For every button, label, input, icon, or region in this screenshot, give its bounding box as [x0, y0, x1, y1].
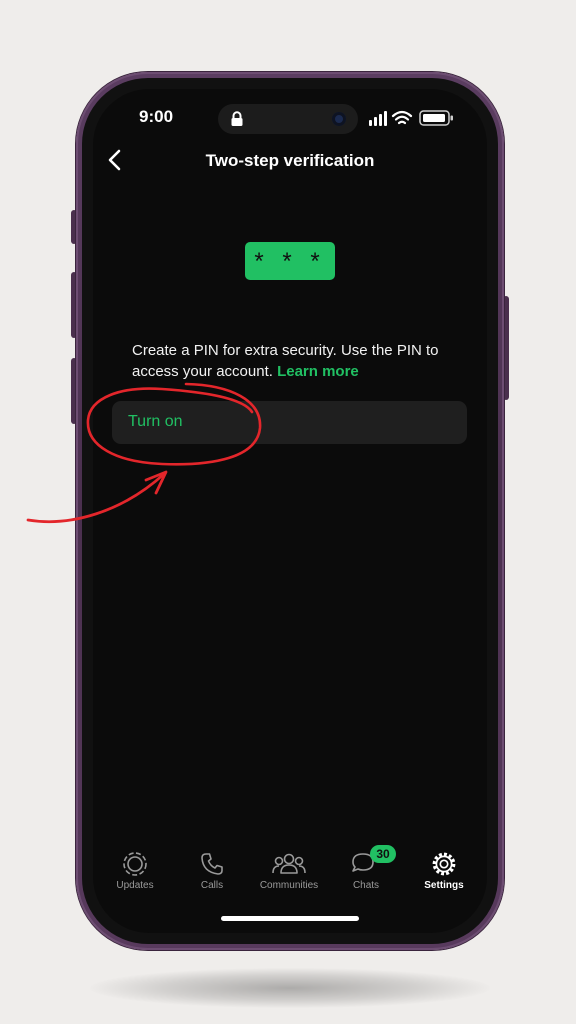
- mockup-stage: 9:00 Two-step verification * * * Create …: [0, 0, 576, 1024]
- wifi-icon: [391, 110, 413, 125]
- turn-on-button[interactable]: Turn on: [112, 401, 467, 444]
- bottom-tab-bar: Updates Calls Communities 30 Chats Setti…: [93, 841, 487, 901]
- tab-label: Calls: [200, 880, 224, 891]
- camera-icon: [332, 112, 346, 126]
- page-title: Two-step verification: [205, 151, 375, 170]
- tab-chats[interactable]: 30 Chats: [327, 845, 405, 897]
- lock-icon: [231, 111, 243, 126]
- dynamic-island: [218, 104, 358, 134]
- tab-label: Updates: [116, 880, 154, 891]
- chats-unread-badge: 30: [370, 845, 396, 863]
- description-text: Create a PIN for extra security. Use the…: [132, 340, 462, 382]
- tab-updates[interactable]: Updates: [96, 851, 174, 897]
- phone-screen: 9:00 Two-step verification * * * Create …: [93, 89, 487, 933]
- tab-label: Chats: [352, 880, 380, 891]
- turn-on-label: Turn on: [128, 413, 183, 430]
- tab-label: Settings: [424, 880, 464, 891]
- gear-icon: [432, 852, 456, 876]
- pin-badge: * * *: [245, 242, 335, 280]
- tab-label: Communities: [259, 880, 319, 891]
- phone-shadow: [90, 968, 490, 1008]
- phone-icon: [201, 853, 223, 875]
- tab-settings[interactable]: Settings: [405, 851, 483, 897]
- status-icons: [369, 110, 453, 126]
- tab-communities[interactable]: Communities: [250, 851, 328, 897]
- home-indicator: [221, 916, 359, 921]
- battery-icon: [419, 110, 453, 126]
- status-time: 9:00: [139, 107, 174, 126]
- signal-icon: [369, 111, 387, 126]
- learn-more-link[interactable]: Learn more: [277, 363, 359, 380]
- communities-icon: [272, 853, 306, 874]
- tab-calls[interactable]: Calls: [173, 851, 251, 897]
- updates-icon: [123, 852, 147, 876]
